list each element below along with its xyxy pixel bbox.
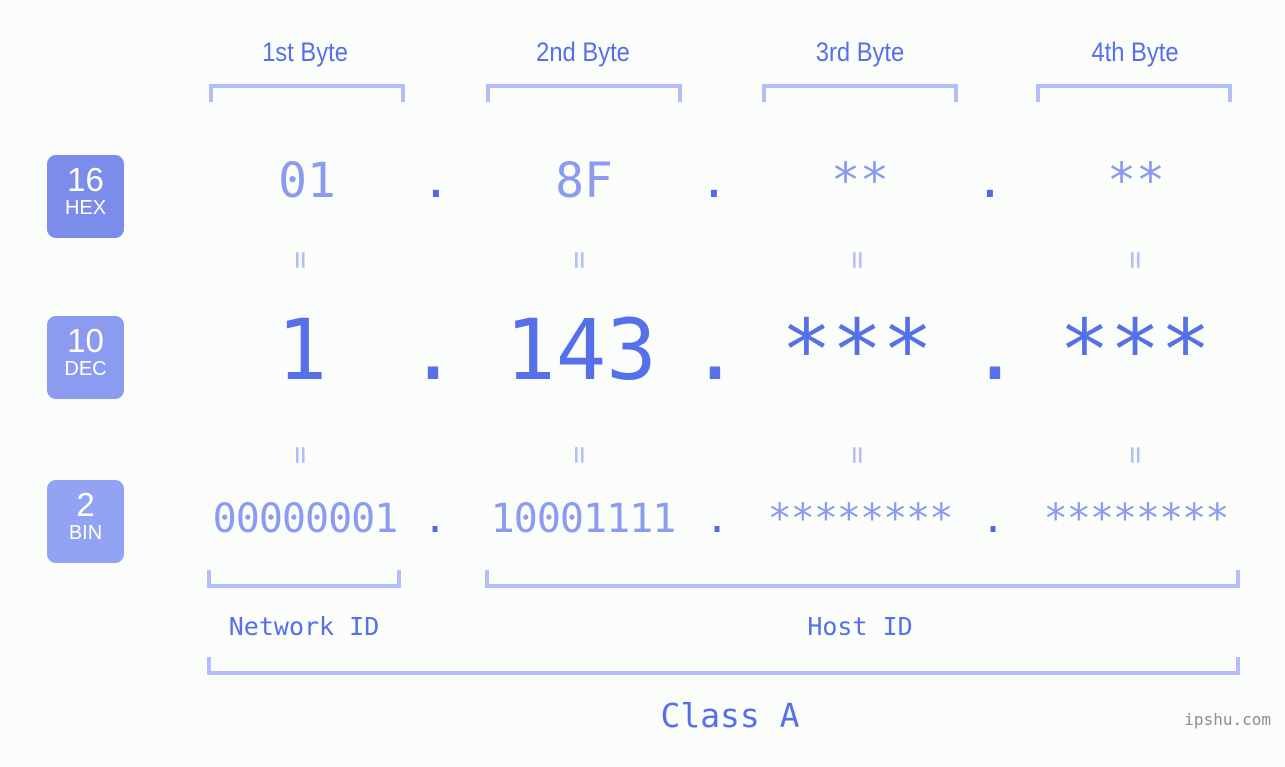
bin-value-byte-1: 00000001 (212, 496, 399, 542)
radix-badge-hex: 16 HEX (47, 155, 124, 238)
dec-value-byte-2: 143 (505, 301, 657, 399)
host-id-bracket (485, 570, 1240, 588)
byte-column-title-2: 2nd Byte (536, 37, 630, 67)
dec-value-byte-1: 1 (276, 301, 328, 399)
site-watermark: ipshu.com (1184, 710, 1271, 729)
ip-address-breakdown-diagram: 1st Byte 2nd Byte 3rd Byte 4th Byte 16 H… (0, 0, 1285, 767)
hex-separator-dot-2: . (699, 153, 729, 209)
byte-bracket-top-2 (486, 84, 682, 102)
equals-icon-dec-bin-2: = (562, 445, 597, 465)
class-bracket (207, 657, 1240, 675)
radix-badge-bin: 2 BIN (47, 480, 124, 563)
radix-badge-bin-number: 2 (76, 486, 95, 523)
equals-icon-hex-dec-3: = (840, 250, 875, 270)
dec-separator-dot-3: . (969, 301, 1021, 399)
equals-icon-hex-dec-2: = (562, 250, 597, 270)
hex-value-byte-2: 8F (555, 153, 613, 209)
radix-badge-dec-label: DEC (64, 358, 107, 380)
hex-value-byte-4: ** (1107, 153, 1165, 209)
dec-value-byte-4: *** (1059, 301, 1211, 399)
hex-separator-dot-1: . (421, 153, 451, 209)
equals-icon-dec-bin-3: = (840, 445, 875, 465)
bin-value-byte-2: 10001111 (490, 496, 677, 542)
dec-value-byte-3: *** (781, 301, 933, 399)
radix-badge-dec: 10 DEC (47, 316, 124, 399)
hex-separator-dot-3: . (975, 153, 1005, 209)
byte-bracket-top-3 (762, 84, 958, 102)
hex-value-byte-3: ** (831, 153, 889, 209)
equals-icon-dec-bin-4: = (1118, 445, 1153, 465)
byte-bracket-top-4 (1036, 84, 1232, 102)
bin-value-byte-3: ******** (767, 496, 954, 542)
network-id-label: Network ID (228, 612, 380, 641)
bin-value-byte-4: ******** (1043, 496, 1230, 542)
radix-badge-hex-number: 16 (67, 161, 104, 198)
radix-badge-dec-number: 10 (67, 322, 104, 359)
equals-icon-dec-bin-1: = (283, 445, 318, 465)
bin-separator-dot-2: . (704, 496, 730, 542)
host-id-label: Host ID (807, 612, 913, 641)
dec-separator-dot-2: . (689, 301, 741, 399)
dec-separator-dot-1: . (407, 301, 459, 399)
byte-column-title-3: 3rd Byte (815, 37, 905, 67)
bin-separator-dot-3: . (980, 496, 1006, 542)
hex-value-byte-1: 01 (278, 153, 336, 209)
bin-separator-dot-1: . (422, 496, 448, 542)
byte-bracket-top-1 (209, 84, 405, 102)
radix-badge-bin-label: BIN (68, 522, 103, 544)
byte-column-title-1: 1st Byte (262, 37, 348, 67)
byte-column-title-4: 4th Byte (1091, 37, 1179, 67)
equals-icon-hex-dec-4: = (1118, 250, 1153, 270)
radix-badge-hex-label: HEX (64, 197, 107, 219)
class-label: Class A (660, 696, 800, 735)
network-id-bracket (207, 570, 401, 588)
equals-icon-hex-dec-1: = (283, 250, 318, 270)
